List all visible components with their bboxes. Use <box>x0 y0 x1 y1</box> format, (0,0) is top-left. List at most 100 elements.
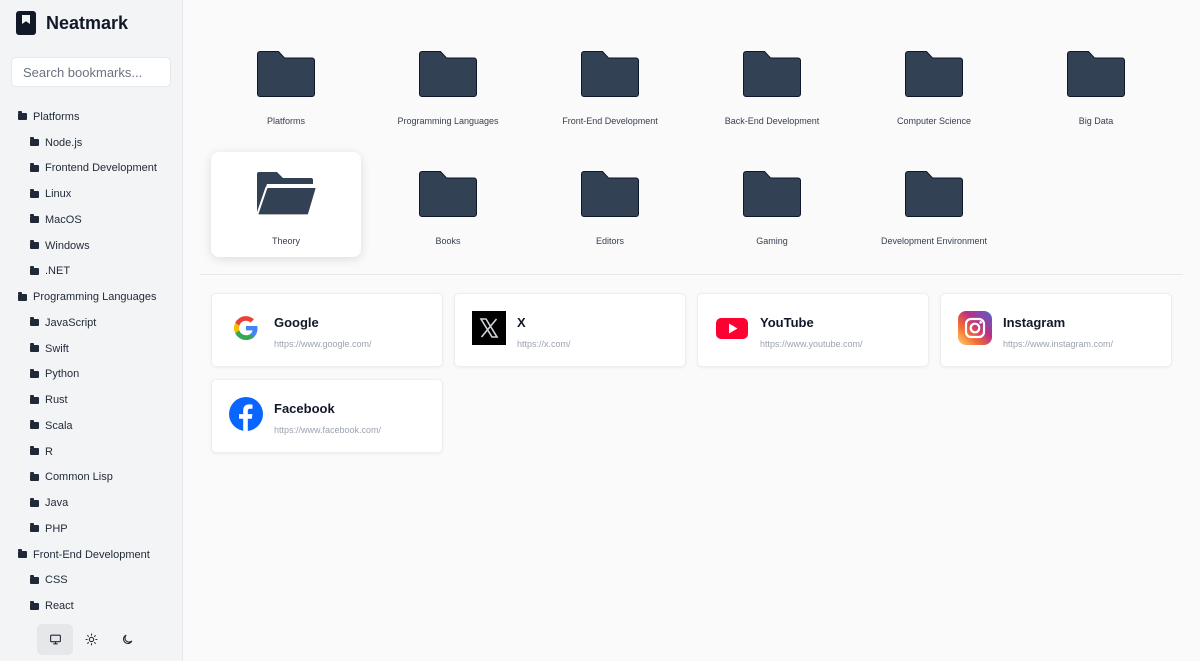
sidebar-folder-item[interactable]: Frontend Development <box>0 156 182 182</box>
folder-icon <box>742 152 802 218</box>
sidebar-folder-item[interactable]: Python <box>0 362 182 388</box>
folder-tile[interactable]: Theory <box>211 152 361 257</box>
sidebar-folder-label: Swift <box>45 342 69 355</box>
folder-icon <box>580 152 640 218</box>
folder-icon <box>256 32 316 98</box>
sidebar-folder-label: Frontend Development <box>45 162 157 175</box>
sidebar-folder-item[interactable]: React <box>0 593 182 619</box>
folder-icon <box>18 549 27 559</box>
bookmark-url: https://www.youtube.com/ <box>760 339 863 349</box>
bookmark-url: https://www.facebook.com/ <box>274 425 382 435</box>
folder-label: Theory <box>271 236 300 246</box>
folder-icon <box>30 420 39 430</box>
folder-icon <box>30 497 39 507</box>
sidebar-folder-item[interactable]: PHP <box>0 516 182 542</box>
folder-tile[interactable]: Books <box>373 152 523 257</box>
bookmark-url: https://www.instagram.com/ <box>1003 339 1114 349</box>
theme-switcher <box>37 624 145 655</box>
folder-icon <box>30 162 39 172</box>
folder-icon <box>30 471 39 481</box>
folder-tile[interactable]: Editors <box>535 152 685 257</box>
sidebar-folder-label: Java <box>45 497 69 510</box>
folder-icon <box>30 394 39 404</box>
sidebar-folder-item[interactable]: Linux <box>0 181 182 207</box>
bookmark-card[interactable]: YouTube https://www.youtube.com/ <box>697 293 929 367</box>
folder-icon <box>30 265 39 275</box>
folder-icon <box>30 368 39 378</box>
bookmark-title: Instagram <box>1003 315 1066 330</box>
sidebar-folder-item[interactable]: Scala <box>0 413 182 439</box>
folder-icon <box>30 523 39 533</box>
monitor-icon <box>49 633 62 646</box>
sidebar-folder-item[interactable]: Platforms <box>0 104 182 130</box>
folder-label: Front-End Development <box>562 116 658 126</box>
sidebar-folder-item[interactable]: Programming Languages <box>0 284 182 310</box>
bookmark-title: Facebook <box>274 401 335 416</box>
sidebar-folder-label: Platforms <box>33 110 80 123</box>
folder-icon <box>580 32 640 98</box>
sidebar-folder-label: PHP <box>45 522 68 535</box>
sidebar-folder-label: Scala <box>45 419 73 432</box>
sun-icon <box>85 633 98 646</box>
folder-icon <box>30 343 39 353</box>
sidebar-folder-label: Rust <box>45 394 68 407</box>
folder-tile[interactable]: Computer Science <box>859 32 1009 137</box>
folder-tile[interactable]: Development Environment <box>859 152 1009 257</box>
folder-tile[interactable]: Gaming <box>697 152 847 257</box>
folder-tile[interactable]: Front-End Development <box>535 32 685 137</box>
folder-tile[interactable]: Programming Languages <box>373 32 523 137</box>
folder-icon <box>30 137 39 147</box>
sidebar-folder-item[interactable]: Rust <box>0 387 182 413</box>
sidebar-folder-item[interactable]: MacOS <box>0 207 182 233</box>
folder-label: Back-End Development <box>724 116 820 126</box>
folder-icon <box>18 291 27 301</box>
folder-icon <box>30 446 39 456</box>
folder-tile[interactable]: Platforms <box>211 32 361 137</box>
x-icon <box>472 311 506 345</box>
youtube-icon <box>715 311 749 345</box>
folder-icon <box>418 32 478 98</box>
sidebar-folder-item[interactable]: Node.js <box>0 130 182 156</box>
sidebar-folder-item[interactable]: Common Lisp <box>0 465 182 491</box>
bookmark-card[interactable]: Xhttps://x.com/ <box>454 293 686 367</box>
bookmark-title: X <box>517 315 526 330</box>
dark-theme-button[interactable] <box>109 624 145 655</box>
sidebar-folder-label: R <box>45 445 53 458</box>
folder-tile[interactable]: Back-End Development <box>697 32 847 137</box>
sidebar-folder-item[interactable]: CSS <box>0 568 182 594</box>
sidebar-folder-label: React <box>45 600 74 613</box>
sidebar-folder-item[interactable]: Java <box>0 490 182 516</box>
sidebar-folder-item[interactable]: Swift <box>0 336 182 362</box>
light-theme-button[interactable] <box>73 624 109 655</box>
bookmark-card[interactable]: Instagram https://www.instagram.com/ <box>940 293 1172 367</box>
folder-icon <box>904 152 964 218</box>
system-theme-button[interactable] <box>37 624 73 655</box>
folder-label: Computer Science <box>896 116 972 126</box>
search-input[interactable] <box>11 57 171 87</box>
sidebar-folder-label: Front-End Development <box>33 548 150 561</box>
sidebar-folder-item[interactable]: Front-End Development <box>0 542 182 568</box>
bookmark-card[interactable]: Google https://www.google.com/ <box>211 293 443 367</box>
folder-label: Editors <box>595 236 624 246</box>
folder-icon <box>18 111 27 121</box>
folder-open-icon <box>255 152 317 218</box>
folder-tree: Platforms Node.js Frontend Development Linu… <box>0 104 182 619</box>
folder-tile[interactable]: Big Data <box>1021 32 1171 137</box>
instagram-icon <box>958 311 992 345</box>
bookmark-url: https://www.google.com/ <box>274 339 372 349</box>
bookmark-logo-icon <box>16 11 36 35</box>
bookmark-title: YouTube <box>760 315 814 330</box>
sidebar-folder-label: Linux <box>45 188 72 201</box>
bookmark-card[interactable]: Facebook https://www.facebook.com/ <box>211 379 443 453</box>
sidebar-folder-item[interactable]: JavaScript <box>0 310 182 336</box>
main-content: Platforms Programming Languages Front-End … <box>183 0 1200 661</box>
sidebar-folder-item[interactable]: R <box>0 439 182 465</box>
folder-icon <box>742 32 802 98</box>
moon-icon <box>121 633 134 646</box>
brand: Neatmark <box>16 11 128 35</box>
folder-icon <box>904 32 964 98</box>
sidebar-folder-item[interactable]: .NET <box>0 259 182 285</box>
folder-label: Gaming <box>756 236 788 246</box>
folder-label: Development Environment <box>880 236 988 246</box>
sidebar-folder-item[interactable]: Windows <box>0 233 182 259</box>
